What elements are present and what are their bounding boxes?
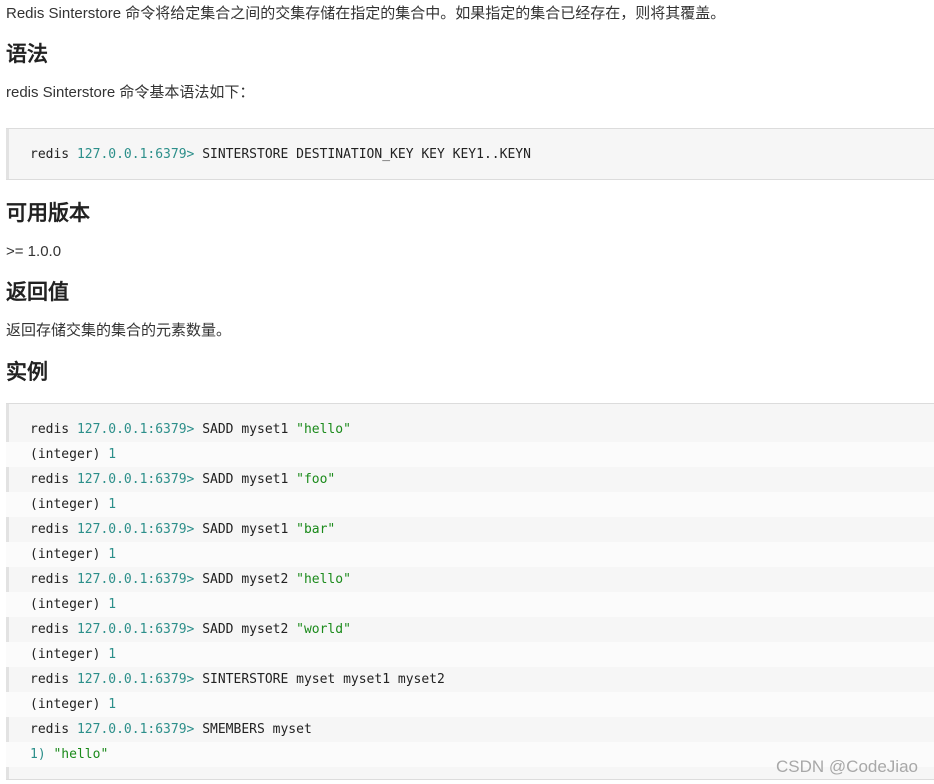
code-command: SADD myset2	[194, 572, 297, 587]
code-command: SADD myset1	[194, 422, 297, 437]
version-text: >= 1.0.0	[6, 243, 62, 260]
syntax-heading: 语法	[6, 43, 48, 66]
list-value: "hello"	[45, 747, 109, 762]
example-heading: 实例	[6, 361, 48, 384]
code-command: SMEMBERS myset	[194, 722, 312, 737]
reply-type: (integer)	[30, 697, 101, 712]
code-string: "bar"	[296, 522, 336, 537]
code-host: 127.0.0.1:6379>	[76, 722, 195, 737]
code-command: SADD myset1	[194, 522, 297, 537]
code-prompt: redis	[30, 572, 70, 587]
reply-value: 1	[100, 647, 117, 662]
code-line: redis 127.0.0.1:6379> SADD myset1 "foo"	[6, 467, 934, 492]
code-host: 127.0.0.1:6379>	[76, 472, 195, 487]
code-line: (integer) 1	[6, 692, 934, 717]
list-index: 1)	[30, 747, 46, 762]
reply-value: 1	[100, 447, 117, 462]
code-command: SADD myset2	[194, 622, 297, 637]
reply-value: 1	[100, 697, 117, 712]
code-line: (integer) 1	[6, 542, 934, 567]
syntax-code-block: redis 127.0.0.1:6379> SINTERSTORE DESTIN…	[6, 128, 934, 180]
code-string: "hello"	[296, 572, 351, 587]
code-command: SINTERSTORE DESTINATION_KEY KEY KEY1..KE…	[194, 147, 531, 162]
code-host: 127.0.0.1:6379>	[76, 622, 195, 637]
code-prompt: redis	[30, 622, 70, 637]
code-command: SADD myset1	[194, 472, 297, 487]
code-string: "foo"	[296, 472, 336, 487]
code-host: 127.0.0.1:6379>	[76, 147, 195, 162]
code-line: redis 127.0.0.1:6379> SADD myset2 "hello…	[6, 567, 934, 592]
watermark: CSDN @CodeJiao	[776, 757, 918, 776]
reply-type: (integer)	[30, 447, 101, 462]
code-host: 127.0.0.1:6379>	[76, 672, 195, 687]
reply-value: 1	[100, 547, 117, 562]
code-prompt: redis	[30, 472, 70, 487]
code-prompt: redis	[30, 522, 70, 537]
syntax-code-line: redis 127.0.0.1:6379> SINTERSTORE DESTIN…	[6, 142, 934, 167]
code-string: "hello"	[296, 422, 351, 437]
version-heading: 可用版本	[6, 202, 90, 225]
code-line: redis 127.0.0.1:6379> SMEMBERS myset	[6, 717, 934, 742]
code-line: redis 127.0.0.1:6379> SADD myset1 "bar"	[6, 517, 934, 542]
code-line: (integer) 1	[6, 442, 934, 467]
code-line: (integer) 1	[6, 492, 934, 517]
code-prompt: redis	[30, 672, 70, 687]
code-line: redis 127.0.0.1:6379> SADD myset1 "hello…	[6, 417, 934, 442]
return-heading: 返回值	[6, 281, 69, 304]
code-line: (integer) 1	[6, 592, 934, 617]
code-line: redis 127.0.0.1:6379> SADD myset2 "world…	[6, 617, 934, 642]
code-prompt: redis	[30, 422, 70, 437]
intro-paragraph: Redis Sinterstore 命令将给定集合之间的交集存储在指定的集合中。…	[6, 5, 726, 22]
code-line: (integer) 1	[6, 642, 934, 667]
syntax-description: redis Sinterstore 命令基本语法如下：	[6, 84, 255, 101]
reply-type: (integer)	[30, 647, 101, 662]
reply-type: (integer)	[30, 597, 101, 612]
code-prompt: redis	[30, 722, 70, 737]
reply-type: (integer)	[30, 497, 101, 512]
reply-type: (integer)	[30, 547, 101, 562]
example-code-block: redis 127.0.0.1:6379> SADD myset1 "hello…	[6, 403, 934, 780]
code-string: "world"	[296, 622, 351, 637]
code-command: SINTERSTORE myset myset1 myset2	[194, 672, 445, 687]
return-text: 返回存储交集的集合的元素数量。	[6, 322, 232, 339]
code-host: 127.0.0.1:6379>	[76, 522, 195, 537]
code-prompt: redis	[30, 147, 70, 162]
code-host: 127.0.0.1:6379>	[76, 422, 195, 437]
reply-value: 1	[100, 597, 117, 612]
code-host: 127.0.0.1:6379>	[76, 572, 195, 587]
reply-value: 1	[100, 497, 117, 512]
code-line: redis 127.0.0.1:6379> SINTERSTORE myset …	[6, 667, 934, 692]
